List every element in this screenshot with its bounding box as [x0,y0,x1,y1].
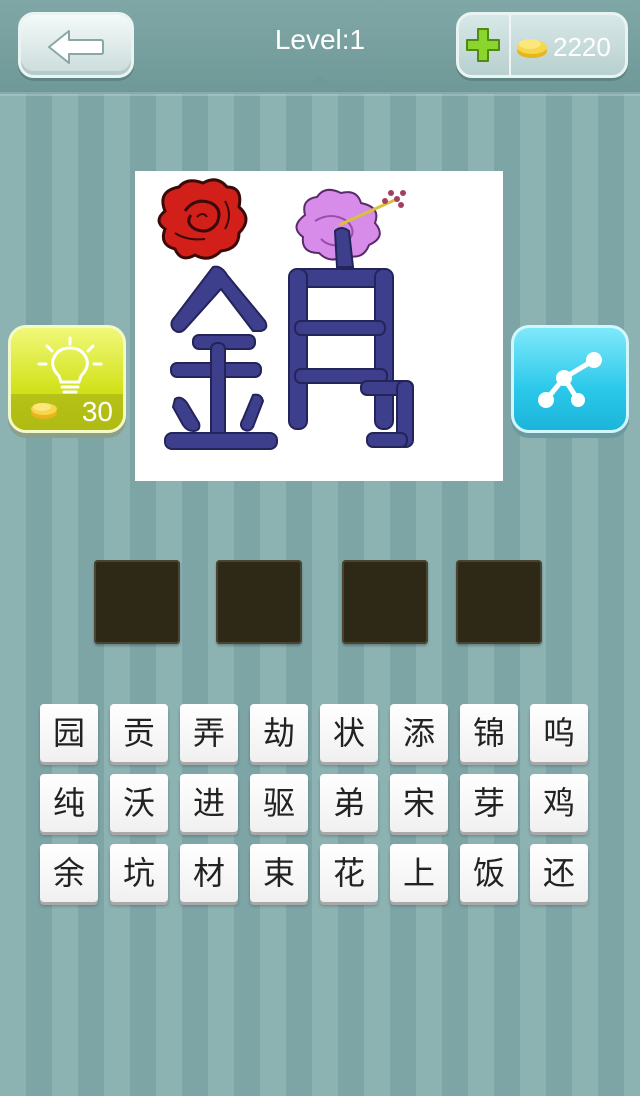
hint-button[interactable]: 30 [8,325,126,433]
letter-tile[interactable]: 锦 [460,704,518,762]
letter-tile[interactable]: 束 [250,844,308,902]
coin-count: 2220 [553,32,611,62]
letter-tile[interactable]: 弟 [320,774,378,832]
back-button[interactable] [18,12,134,78]
letter-tile[interactable]: 贡 [110,704,168,762]
letter-tile[interactable]: 还 [530,844,588,902]
letter-tile[interactable]: 余 [40,844,98,902]
rose-image [157,178,248,260]
coin-icon [517,39,547,58]
character-image [164,227,414,450]
coin-icon [31,403,57,419]
header-notch [306,76,334,90]
answer-slot[interactable] [342,560,428,644]
letter-tile[interactable]: 上 [390,844,448,902]
letter-tile[interactable]: 驱 [250,774,308,832]
letter-tile[interactable]: 园 [40,704,98,762]
letter-tile[interactable]: 弄 [180,704,238,762]
add-coins-button[interactable] [459,15,511,75]
hint-cost-bar: 30 [11,394,123,430]
letter-tile[interactable]: 材 [180,844,238,902]
letter-tile[interactable]: 花 [320,844,378,902]
letter-tile[interactable]: 沃 [110,774,168,832]
hint-cost: 30 [81,396,113,427]
share-button[interactable] [511,325,629,433]
plus-icon [466,28,500,62]
letter-tile[interactable]: 鸡 [530,774,588,832]
letter-tile[interactable]: 劫 [250,704,308,762]
answer-slot[interactable] [216,560,302,644]
letter-tile[interactable]: 状 [320,704,378,762]
puzzle-image [135,171,503,481]
coin-balance: 2220 [456,12,628,78]
letter-tile[interactable]: 呜 [530,704,588,762]
level-title: Level:1 [274,24,366,55]
letter-tile[interactable]: 纯 [40,774,98,832]
letter-tile[interactable]: 坑 [110,844,168,902]
share-icon [538,352,602,408]
letter-tile[interactable]: 芽 [460,774,518,832]
lightbulb-icon [37,336,103,394]
back-arrow-icon [48,30,104,64]
letter-tile[interactable]: 进 [180,774,238,832]
answer-slot[interactable] [94,560,180,644]
letter-tile[interactable]: 添 [390,704,448,762]
letter-tile[interactable]: 宋 [390,774,448,832]
answer-slot[interactable] [456,560,542,644]
letter-tile[interactable]: 饭 [460,844,518,902]
header-divider [0,92,640,96]
